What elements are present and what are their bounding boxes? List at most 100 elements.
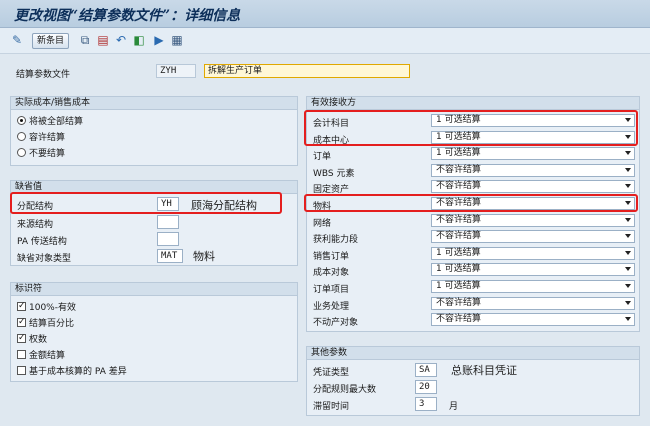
checkbox-label: 100%-有效 xyxy=(29,303,76,313)
undo-icon[interactable]: ↶ xyxy=(114,33,128,47)
copy-icon[interactable]: ⧉ xyxy=(78,33,92,47)
radio-button[interactable] xyxy=(17,116,26,125)
source-structure-label: 来源结构 xyxy=(17,220,54,230)
receiver-select-value: 不容许结算 xyxy=(436,231,482,242)
source-structure-input[interactable] xyxy=(157,215,179,229)
display-change-icon[interactable]: ✎ xyxy=(10,33,24,47)
dropdown-arrow-icon[interactable] xyxy=(625,300,631,305)
dropdown-arrow-icon[interactable] xyxy=(625,151,631,156)
radio-not-settled[interactable]: 不要结算 xyxy=(17,146,65,159)
checkbox-label: 权数 xyxy=(29,335,48,345)
dropdown-arrow-icon[interactable] xyxy=(625,184,631,189)
other-params-group: 其他参数 凭证类型 SA 总账科目凭证 分配规则最大数 20 滞留时间 3 月 xyxy=(306,346,640,416)
select-all-icon[interactable]: ▦ xyxy=(170,33,184,47)
other-params-title: 其他参数 xyxy=(307,347,639,360)
receiver-select[interactable]: 1 可选结算 xyxy=(431,147,635,161)
receiver-select-value: 1 可选结算 xyxy=(436,148,481,159)
receiver-select[interactable]: 不容许结算 xyxy=(431,313,635,327)
next-entry-icon[interactable]: ▶ xyxy=(152,33,166,47)
radio-button[interactable] xyxy=(17,148,26,157)
radio-can-settle[interactable]: 容许结算 xyxy=(17,130,65,143)
receiver-select[interactable]: 不容许结算 xyxy=(431,230,635,244)
checkbox-label: 金额结算 xyxy=(29,351,66,361)
checkbox-label: 结算百分比 xyxy=(29,319,75,329)
checkbox[interactable]: ✓ xyxy=(17,302,26,311)
indicators-group: 标识符 ✓ 100%-有效 ✓ 结算百分比 ✓ 权数 金额结算 基于成本核算的 … xyxy=(10,282,298,382)
checkbox[interactable] xyxy=(17,350,26,359)
checkbox-amount-settle[interactable]: 金额结算 xyxy=(17,348,65,361)
doc-type-note: 总账科目凭证 xyxy=(451,364,517,377)
checkbox-weights[interactable]: ✓ 权数 xyxy=(17,332,47,345)
receiver-label: 不动产对象 xyxy=(313,318,359,329)
receiver-select[interactable]: 不容许结算 xyxy=(431,213,635,227)
default-object-type-label: 缺省对象类型 xyxy=(17,254,72,264)
checkbox[interactable]: ✓ xyxy=(17,334,26,343)
checkbox-pa-variance[interactable]: 基于成本核算的 PA 差异 xyxy=(17,364,127,377)
checkbox[interactable]: ✓ xyxy=(17,318,26,327)
max-rules-input[interactable]: 20 xyxy=(415,380,437,394)
receiver-label: 订单 xyxy=(313,152,332,163)
profile-description-input[interactable]: 拆解生产订单 xyxy=(204,64,410,78)
dropdown-arrow-icon[interactable] xyxy=(625,234,631,239)
dropdown-arrow-icon[interactable] xyxy=(625,250,631,255)
residence-time-input[interactable]: 3 xyxy=(415,397,437,411)
dropdown-arrow-icon[interactable] xyxy=(625,167,631,172)
max-rules-label: 分配规则最大数 xyxy=(313,385,377,395)
receiver-select-value: 1 可选结算 xyxy=(436,264,481,275)
dropdown-arrow-icon[interactable] xyxy=(625,267,631,272)
application-toolbar: ✎ 新条目 ⧉ ▤ ↶ ◧ ▶ ▦ xyxy=(0,28,650,54)
dropdown-arrow-icon[interactable] xyxy=(625,317,631,322)
previous-entry-icon[interactable]: ◧ xyxy=(132,33,146,47)
pa-transfer-input[interactable] xyxy=(157,232,179,246)
receiver-select[interactable]: 不容许结算 xyxy=(431,180,635,194)
residence-unit-label: 月 xyxy=(449,402,459,412)
receiver-select[interactable]: 1 可选结算 xyxy=(431,280,635,293)
receiver-label: 业务处理 xyxy=(313,301,350,312)
receiver-label: 销售订单 xyxy=(313,251,350,262)
receiver-select[interactable]: 1 可选结算 xyxy=(431,263,635,277)
highlight-alloc-structure xyxy=(10,192,282,214)
actual-costs-group: 实际成本/销售成本 将被全部结算 容许结算 不要结算 xyxy=(10,96,298,166)
receiver-label: 成本对象 xyxy=(313,268,350,279)
radio-label: 不要结算 xyxy=(29,149,66,159)
receiver-label: 订单项目 xyxy=(313,285,350,295)
checkbox-100-valid[interactable]: ✓ 100%-有效 xyxy=(17,300,76,313)
receiver-select-value: 不容许结算 xyxy=(436,181,482,192)
radio-button[interactable] xyxy=(17,132,26,141)
indicators-title: 标识符 xyxy=(11,283,297,296)
radio-label: 将被全部结算 xyxy=(29,117,84,127)
receiver-select-value: 不容许结算 xyxy=(436,164,482,175)
dropdown-arrow-icon[interactable] xyxy=(625,217,631,222)
default-object-type-input[interactable]: MAT xyxy=(157,249,183,263)
radio-fully-settled[interactable]: 将被全部结算 xyxy=(17,114,83,127)
receiver-select-value: 不容许结算 xyxy=(436,214,482,225)
checkbox[interactable] xyxy=(17,366,26,375)
receiver-select[interactable]: 不容许结算 xyxy=(431,163,635,177)
receiver-label: 获利能力段 xyxy=(313,235,359,246)
receiver-select-value: 不容许结算 xyxy=(436,314,482,325)
highlight-gl-cc xyxy=(304,110,638,146)
receiver-select-value: 1 可选结算 xyxy=(436,281,481,291)
doc-type-input[interactable]: SA xyxy=(415,363,437,377)
delete-icon[interactable]: ▤ xyxy=(96,33,110,47)
pa-transfer-label: PA 传送结构 xyxy=(17,237,67,247)
highlight-material xyxy=(304,194,638,212)
dropdown-arrow-icon[interactable] xyxy=(625,284,631,288)
receiver-label: 网络 xyxy=(313,218,332,229)
receiver-select[interactable]: 不容许结算 xyxy=(431,296,635,310)
residence-time-label: 滞留时间 xyxy=(313,402,350,412)
receiver-select-value: 1 可选结算 xyxy=(436,247,481,258)
receiver-label: WBS 元素 xyxy=(313,168,355,179)
new-entries-button[interactable]: 新条目 xyxy=(32,33,70,49)
valid-receivers-title: 有效接收方 xyxy=(307,97,639,110)
title-bar: 更改视图“结算参数文件”：详细信息 xyxy=(0,0,650,28)
checkbox-settle-percent[interactable]: ✓ 结算百分比 xyxy=(17,316,74,329)
receiver-select[interactable]: 1 可选结算 xyxy=(431,246,635,260)
profile-label: 结算参数文件 xyxy=(16,70,71,80)
checkbox-label: 基于成本核算的 PA 差异 xyxy=(29,367,127,377)
radio-label: 容许结算 xyxy=(29,133,66,143)
page-title: 更改视图“结算参数文件”：详细信息 xyxy=(14,8,241,24)
default-object-type-note: 物料 xyxy=(193,250,215,263)
actual-costs-title: 实际成本/销售成本 xyxy=(11,97,297,110)
receiver-select-value: 不容许结算 xyxy=(436,297,482,308)
